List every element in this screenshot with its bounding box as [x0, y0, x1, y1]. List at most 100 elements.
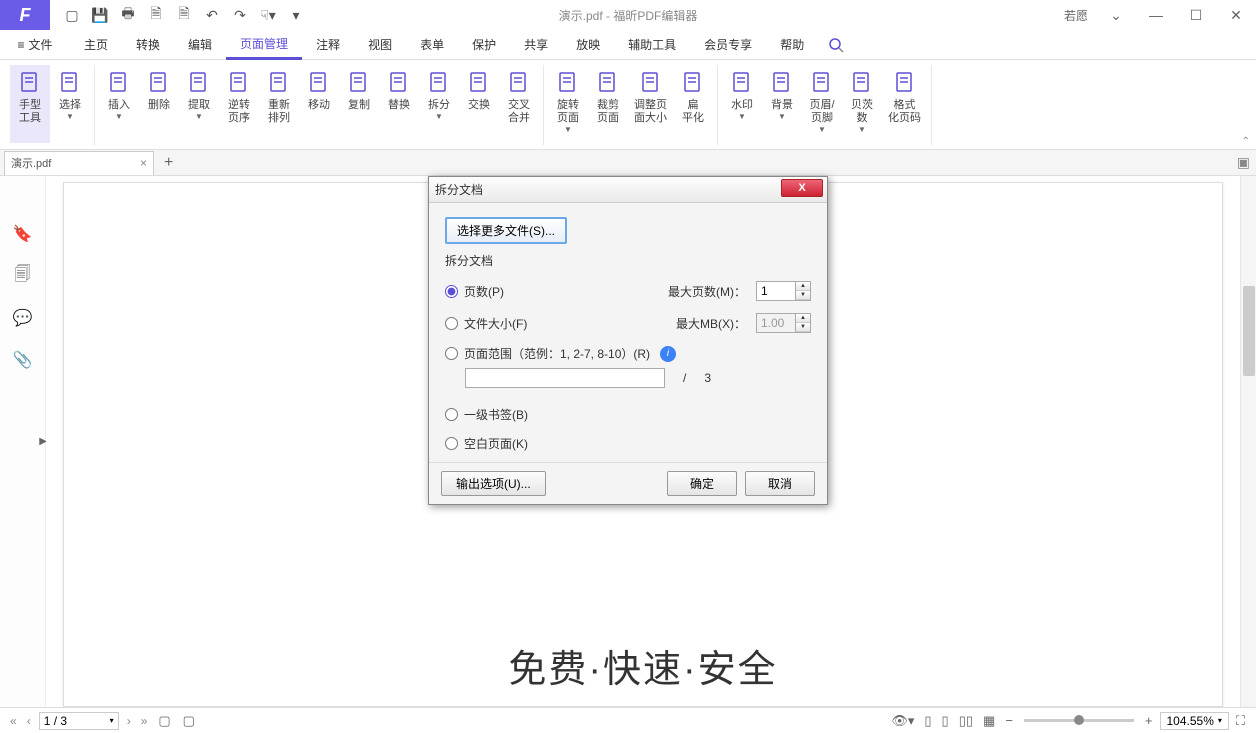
- scroll-thumb[interactable]: [1243, 286, 1255, 376]
- range-input[interactable]: [465, 368, 665, 388]
- first-page-icon[interactable]: «: [8, 714, 19, 728]
- next-page-icon[interactable]: ›: [125, 714, 133, 728]
- last-page-icon[interactable]: »: [139, 714, 150, 728]
- menu-protect[interactable]: 保护: [458, 30, 510, 60]
- ribbon-删除[interactable]: 删除: [139, 65, 179, 143]
- radio-bookmark[interactable]: [445, 408, 458, 421]
- ribbon-插入[interactable]: 插入▼: [99, 65, 139, 143]
- menu-page-manage[interactable]: 页面管理: [226, 30, 302, 60]
- cancel-button[interactable]: 取消: [745, 471, 815, 496]
- prev-page-icon[interactable]: ‹: [25, 714, 33, 728]
- ribbon-交换[interactable]: 交换: [459, 65, 499, 143]
- menu-share[interactable]: 共享: [510, 30, 562, 60]
- max-pages-spinner[interactable]: ▲▼: [756, 281, 811, 301]
- ribbon-页眉/页[interactable]: 页眉/ 页脚▼: [802, 65, 842, 143]
- ribbon-旋转页面[interactable]: 旋转 页面▼: [548, 65, 588, 143]
- ribbon-选择[interactable]: 选择▼: [50, 65, 90, 143]
- spin-up-icon[interactable]: ▲: [796, 314, 810, 323]
- close-button[interactable]: ✕: [1216, 0, 1256, 30]
- minimize-button[interactable]: —: [1136, 0, 1176, 30]
- add-tab-button[interactable]: +: [164, 154, 173, 172]
- ribbon-移动[interactable]: 移动: [299, 65, 339, 143]
- dialog-titlebar[interactable]: 拆分文档 X: [429, 177, 827, 203]
- ribbon-拆分[interactable]: 拆分▼: [419, 65, 459, 143]
- comments-icon[interactable]: 💬: [11, 306, 35, 330]
- menu-edit[interactable]: 编辑: [174, 30, 226, 60]
- zoom-slider[interactable]: [1024, 719, 1134, 722]
- menu-view[interactable]: 视图: [354, 30, 406, 60]
- ribbon-复制[interactable]: 复制: [339, 65, 379, 143]
- radio-range[interactable]: [445, 347, 458, 360]
- page-indicator[interactable]: 1 / 3▾: [39, 712, 119, 730]
- ribbon-裁剪页面[interactable]: 裁剪 页面: [588, 65, 628, 143]
- layout1-icon[interactable]: ▯: [921, 713, 934, 729]
- fullscreen-icon[interactable]: ⛶: [1233, 713, 1248, 729]
- user-dd-icon[interactable]: ⌄: [1096, 0, 1136, 30]
- zoom-in-icon[interactable]: +: [1142, 713, 1156, 728]
- visibility-icon[interactable]: 👁▾: [888, 713, 917, 729]
- menu-convert[interactable]: 转换: [122, 30, 174, 60]
- spin-down-icon[interactable]: ▼: [796, 291, 810, 300]
- panel-toggle-icon[interactable]: ▣: [1237, 154, 1250, 171]
- menu-home[interactable]: 主页: [70, 30, 122, 60]
- zoom-out-icon[interactable]: −: [1002, 713, 1016, 728]
- layout3-icon[interactable]: ▯▯: [956, 713, 976, 729]
- ok-button[interactable]: 确定: [667, 471, 737, 496]
- max-mb-spinner[interactable]: ▲▼: [756, 313, 811, 333]
- bookmark-icon[interactable]: 🔖: [11, 222, 35, 246]
- ribbon-扁平化[interactable]: 扁 平化: [673, 65, 713, 143]
- menu-vip[interactable]: 会员专享: [690, 30, 766, 60]
- save-icon[interactable]: 💾: [88, 3, 112, 27]
- output-options-button[interactable]: 输出选项(U)...: [441, 471, 546, 496]
- doc-tab-close-icon[interactable]: ×: [140, 156, 147, 170]
- radio-size[interactable]: [445, 317, 458, 330]
- menu-form[interactable]: 表单: [406, 30, 458, 60]
- zoom-slider-thumb[interactable]: [1074, 715, 1084, 725]
- sb-icon2[interactable]: ▢: [180, 713, 198, 729]
- file-menu[interactable]: ≡ 文件: [0, 30, 70, 60]
- print-icon[interactable]: 🖶: [116, 3, 140, 27]
- ribbon-格式化页[interactable]: 格式 化页码: [882, 65, 927, 143]
- search-icon[interactable]: [828, 37, 844, 53]
- ribbon-调整页面[interactable]: 调整页 面大小: [628, 65, 673, 143]
- ribbon-贝茨数[interactable]: 贝茨 数▼: [842, 65, 882, 143]
- pages-icon[interactable]: 🗐: [11, 264, 35, 288]
- ribbon-替换[interactable]: 替换: [379, 65, 419, 143]
- radio-pages[interactable]: [445, 285, 458, 298]
- ribbon-手型工具[interactable]: 手型 工具: [10, 65, 50, 143]
- undo-icon[interactable]: ↶: [200, 3, 224, 27]
- ribbon-交叉合并[interactable]: 交叉 合并: [499, 65, 539, 143]
- layout4-icon[interactable]: ▦: [980, 713, 998, 729]
- ribbon-重新排列[interactable]: 重新 排列: [259, 65, 299, 143]
- user-name[interactable]: 若愿: [1064, 7, 1088, 24]
- qt-dd-icon[interactable]: ▾: [284, 3, 308, 27]
- page-dd-icon[interactable]: ▾: [110, 716, 114, 725]
- menu-annotate[interactable]: 注释: [302, 30, 354, 60]
- ribbon-水印[interactable]: 水印▼: [722, 65, 762, 143]
- dialog-close-button[interactable]: X: [781, 179, 823, 197]
- doc2-icon[interactable]: 🗎: [172, 3, 196, 27]
- menu-present[interactable]: 放映: [562, 30, 614, 60]
- doc-icon[interactable]: 🗎: [144, 3, 168, 27]
- max-pages-input[interactable]: [756, 281, 796, 301]
- radio-blank[interactable]: [445, 437, 458, 450]
- ribbon-逆转页序[interactable]: 逆转 页序: [219, 65, 259, 143]
- collapse-ribbon-icon[interactable]: ⌃: [1242, 136, 1250, 147]
- menu-help[interactable]: 帮助: [766, 30, 818, 60]
- open-icon[interactable]: ▢: [60, 3, 84, 27]
- menu-tools[interactable]: 辅助工具: [614, 30, 690, 60]
- hand-dd-icon[interactable]: ☟▾: [256, 3, 280, 27]
- ribbon-背景[interactable]: 背景▼: [762, 65, 802, 143]
- spin-up-icon[interactable]: ▲: [796, 282, 810, 291]
- redo-icon[interactable]: ↷: [228, 3, 252, 27]
- select-more-files-button[interactable]: 选择更多文件(S)...: [445, 217, 567, 244]
- spin-down-icon[interactable]: ▼: [796, 323, 810, 332]
- maximize-button[interactable]: ☐: [1176, 0, 1216, 30]
- sb-icon1[interactable]: ▢: [155, 713, 173, 729]
- ribbon-提取[interactable]: 提取▼: [179, 65, 219, 143]
- vertical-scrollbar[interactable]: [1240, 176, 1256, 707]
- attachment-icon[interactable]: 📎: [11, 348, 35, 372]
- layout2-icon[interactable]: ▯: [939, 713, 952, 729]
- info-icon[interactable]: i: [660, 346, 676, 362]
- doc-tab[interactable]: 演示.pdf ×: [4, 151, 154, 175]
